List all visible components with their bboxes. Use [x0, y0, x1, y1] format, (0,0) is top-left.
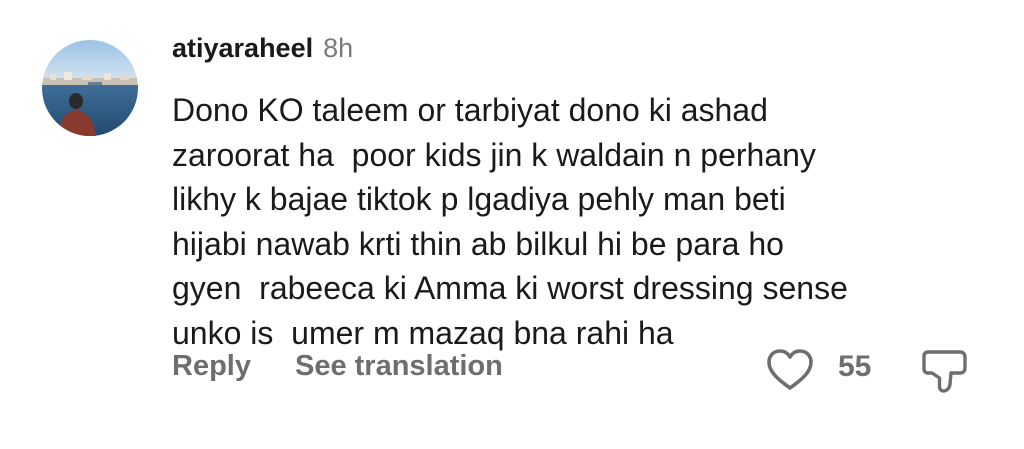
comment-actions: Reply See translation	[172, 346, 503, 386]
comment-line: likhy k bajae tiktok p lgadiya pehly man…	[172, 181, 786, 217]
username[interactable]: atiyaraheel	[172, 33, 313, 64]
comment-line: gyen rabeeca ki Amma ki worst dressing s…	[172, 270, 848, 306]
comment-line: zaroorat ha poor kids jin k waldain n pe…	[172, 136, 816, 173]
timestamp: 8h	[323, 33, 354, 63]
heart-icon[interactable]	[766, 348, 814, 392]
like-count: 55	[838, 350, 872, 383]
see-translation-button[interactable]: See translation	[295, 350, 503, 383]
reply-button[interactable]: Reply	[172, 350, 251, 383]
thumbs-down-icon[interactable]	[920, 346, 970, 396]
comment-line: Dono KO taleem or tarbiyat dono ki ashad	[172, 92, 768, 128]
comment-text: Dono KO taleem or tarbiyat dono ki ashad…	[172, 88, 1002, 355]
avatar[interactable]	[42, 40, 138, 136]
comment-line: hijabi nawab krti thin ab bilkul hi be p…	[172, 225, 784, 262]
avatar-photo	[42, 40, 138, 136]
comment-header: atiyaraheel 8h	[172, 33, 353, 69]
